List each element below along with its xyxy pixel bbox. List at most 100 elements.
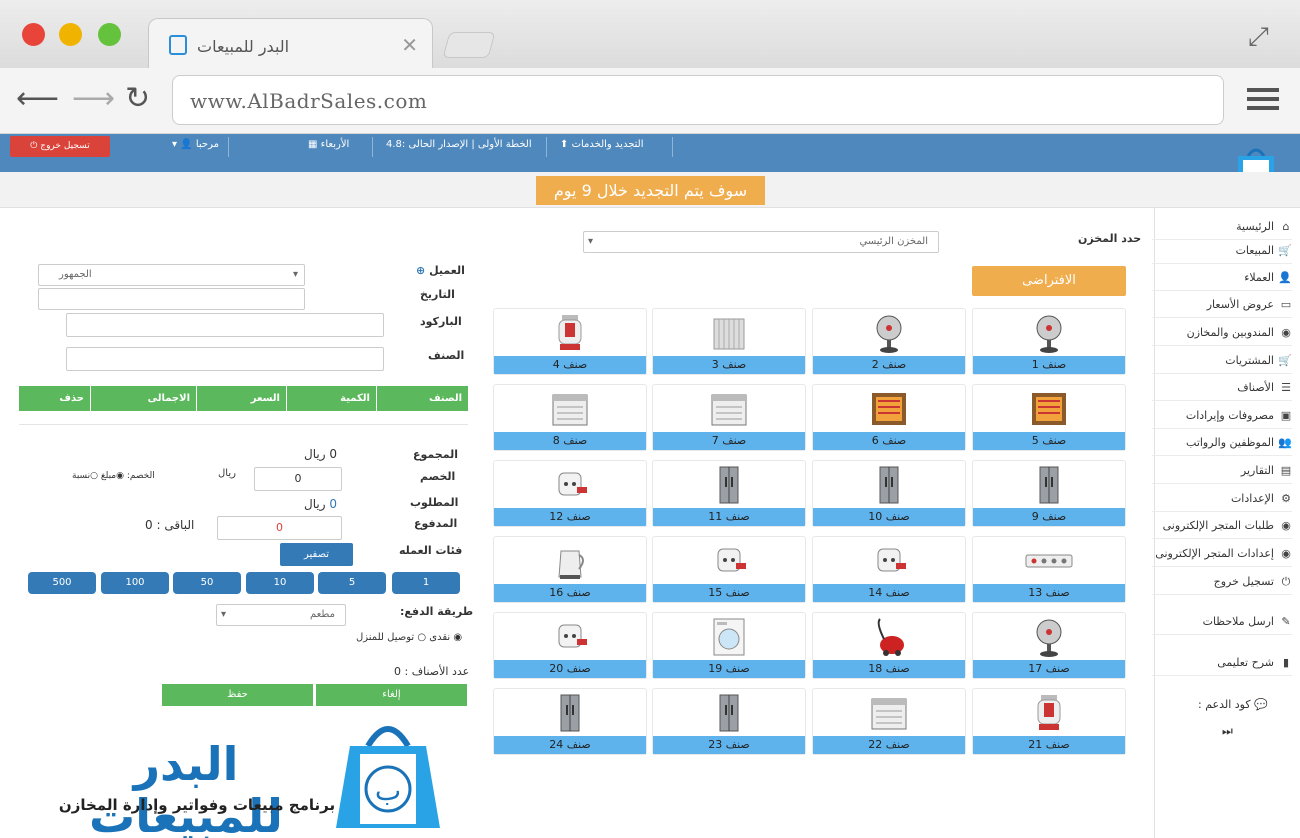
menu-icon[interactable] — [1247, 88, 1279, 110]
sidebar-item-label: تسجيل خروج — [1213, 575, 1274, 588]
minimize-window-icon[interactable] — [59, 23, 82, 46]
item-label: صنف 9 — [973, 508, 1125, 526]
sidebar-item-13[interactable]: ◉ إعدادات المتجر الإلكترونى — [1152, 541, 1292, 567]
sidebar-item-12[interactable]: ◉ طلبات المتجر الإلكترونى — [1152, 513, 1292, 539]
pencil-icon: ✎ — [1281, 615, 1291, 628]
payment-method-select[interactable]: مطعم ▾ — [216, 604, 346, 626]
sidebar-item-15[interactable]: ✎ ارسل ملاحظات — [1152, 609, 1292, 635]
item-card[interactable]: صنف 14 — [812, 536, 966, 603]
item-card[interactable]: صنف 19 — [652, 612, 806, 679]
dishwasher-icon — [871, 698, 907, 730]
item-card[interactable]: صنف 12 — [493, 460, 647, 527]
item-label: صنف 18 — [813, 660, 965, 678]
item-card[interactable]: صنف 20 — [493, 612, 647, 679]
customer-select[interactable]: الجمهور ▾ — [38, 264, 305, 286]
sidebar-item-14[interactable]: ⏻ تسجيل خروج — [1152, 569, 1292, 595]
back-icon[interactable]: ⟵ — [16, 84, 59, 114]
sidebar-item-16[interactable]: ▮ شرح تعليمى — [1152, 650, 1292, 676]
logout-button[interactable]: ⏻ تسجيل خروج — [10, 136, 110, 157]
denominations-label: فئات العمله — [399, 544, 463, 557]
reload-icon[interactable]: ↻ — [125, 84, 150, 114]
barcode-input[interactable] — [66, 313, 384, 337]
welcome-menu[interactable]: مرحبا 👤 ▾ — [172, 139, 219, 150]
skip-icon[interactable]: ⏭ — [1222, 724, 1233, 739]
fullscreen-icon[interactable]: ⤢ — [1248, 22, 1269, 53]
item-card[interactable]: صنف 13 — [972, 536, 1126, 603]
denomination-button[interactable]: 5 — [318, 572, 386, 594]
sidebar-item-label: طلبات المتجر الإلكترونى — [1162, 519, 1274, 532]
item-label: صنف 15 — [653, 584, 805, 602]
list-icon: ☰ — [1281, 381, 1291, 394]
close-window-icon[interactable] — [22, 23, 45, 46]
sidebar-item-2[interactable]: 🛒 المبيعات — [1152, 238, 1292, 264]
denomination-button[interactable]: 100 — [101, 572, 169, 594]
item-card[interactable]: صنف 1 — [972, 308, 1126, 375]
caret-down-icon: ▾ — [588, 236, 594, 247]
item-card[interactable]: صنف 15 — [652, 536, 806, 603]
denomination-button[interactable]: 10 — [246, 572, 314, 594]
discount-input[interactable]: 0 — [254, 467, 342, 491]
item-card[interactable]: صنف 7 — [652, 384, 806, 451]
sidebar-item-11[interactable]: ⚙ الإعدادات — [1152, 486, 1292, 512]
sidebar-item-3[interactable]: 👤 العملاء — [1152, 265, 1292, 291]
sidebar-item-8[interactable]: ▣ مصروفات وإيرادات — [1152, 403, 1292, 429]
item-label: صنف 17 — [973, 660, 1125, 678]
forward-icon[interactable]: ⟶ — [72, 84, 115, 114]
card-icon: ▭ — [1280, 298, 1292, 311]
item-card[interactable]: صنف 4 — [493, 308, 647, 375]
fan-icon — [876, 315, 902, 353]
item-card[interactable]: صنف 8 — [493, 384, 647, 451]
denomination-button[interactable]: 1 — [392, 572, 460, 594]
reset-button[interactable]: تصفير — [280, 543, 353, 566]
sidebar-item-label: المندوبين والمخازن — [1186, 326, 1274, 339]
zoom-window-icon[interactable] — [98, 23, 121, 46]
denomination-button[interactable]: 500 — [28, 572, 96, 594]
item-card[interactable]: صنف 6 — [812, 384, 966, 451]
close-tab-icon[interactable]: ✕ — [401, 33, 418, 57]
denomination-button[interactable]: 50 — [173, 572, 241, 594]
default-category-button[interactable]: الافتراضى — [972, 266, 1126, 296]
item-card[interactable]: صنف 9 — [972, 460, 1126, 527]
renew-services-link[interactable]: التجديد والخدمات ⬆ — [560, 139, 644, 150]
item-label: صنف 6 — [813, 432, 965, 450]
warehouse-select[interactable]: المخزن الرئيسي ▾ — [583, 231, 939, 253]
item-card[interactable]: صنف 21 — [972, 688, 1126, 755]
discount-type[interactable]: الخصم: ◉مبلغ ○نسبة — [72, 471, 155, 481]
item-card[interactable]: صنف 22 — [812, 688, 966, 755]
vacuum-icon — [877, 618, 904, 656]
sidebar-item-label: ارسل ملاحظات — [1202, 615, 1274, 628]
order-type[interactable]: ◉ نقدى ○ توصيل للمنزل — [356, 632, 462, 643]
power-strip-icon — [1025, 554, 1073, 568]
item-search-input[interactable] — [66, 347, 384, 371]
browser-tab[interactable]: البدر للمبيعات ✕ — [148, 18, 433, 70]
discount-label: الخصم — [420, 470, 456, 483]
address-bar[interactable]: www.AlBadrSales.com — [172, 75, 1224, 125]
item-card[interactable]: صنف 3 — [652, 308, 806, 375]
save-button[interactable]: حفظ — [162, 684, 313, 706]
item-card[interactable]: صنف 11 — [652, 460, 806, 527]
sidebar-item-9[interactable]: 👥 الموظفين والرواتب — [1152, 430, 1292, 456]
item-card[interactable]: صنف 16 — [493, 536, 647, 603]
globe-icon: ◉ — [1281, 547, 1291, 560]
new-tab-button[interactable] — [442, 32, 496, 58]
sidebar-item-7[interactable]: ☰ الأصناف — [1152, 375, 1292, 401]
item-card[interactable]: صنف 23 — [652, 688, 806, 755]
sidebar-item-10[interactable]: ▤ التقارير — [1152, 458, 1292, 484]
sidebar-item-1[interactable]: ⌂ الرئيسية — [1152, 214, 1292, 240]
add-customer-icon[interactable]: ⊕ — [416, 264, 425, 277]
item-label: صنف 19 — [653, 660, 805, 678]
item-card[interactable]: صنف 24 — [493, 688, 647, 755]
item-card[interactable]: صنف 2 — [812, 308, 966, 375]
date-field[interactable] — [38, 288, 305, 310]
sidebar-item-5[interactable]: ◉ المندوبين والمخازن — [1152, 320, 1292, 346]
item-card[interactable]: صنف 17 — [972, 612, 1126, 679]
sidebar-item-label: مصروفات وإيرادات — [1185, 409, 1274, 422]
item-card[interactable]: صنف 10 — [812, 460, 966, 527]
paid-input[interactable]: 0 — [217, 516, 342, 540]
electric-heater-icon — [1032, 393, 1066, 425]
sidebar-item-6[interactable]: 🛒 المشتريات — [1152, 348, 1292, 374]
sidebar-item-4[interactable]: ▭ عروض الأسعار — [1152, 292, 1292, 318]
item-card[interactable]: صنف 5 — [972, 384, 1126, 451]
item-card[interactable]: صنف 18 — [812, 612, 966, 679]
cancel-button[interactable]: إلغاء — [316, 684, 467, 706]
